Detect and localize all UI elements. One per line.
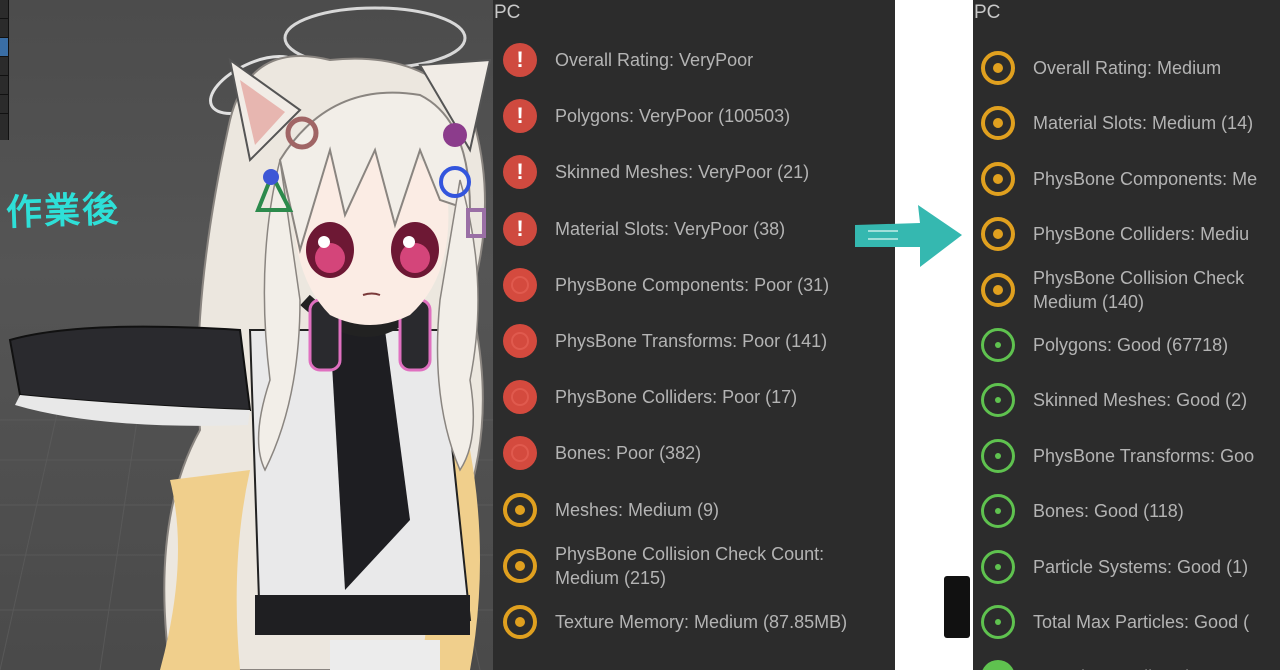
rating-label: Overall Rating: Medium bbox=[1033, 58, 1222, 78]
rating-label: Particle Systems: Good (1) bbox=[1033, 556, 1249, 577]
good-status-icon bbox=[981, 494, 1015, 529]
avatar-render bbox=[0, 6, 493, 670]
rating-row: PhysBone Transforms: Goo bbox=[973, 432, 1280, 480]
platform-label: PC bbox=[974, 2, 1001, 23]
right-arrow-icon bbox=[855, 205, 962, 267]
verypoor-status-icon: ! bbox=[503, 211, 537, 246]
rating-label: Bounds: Excellent (Center bbox=[1033, 665, 1242, 670]
rating-label: Polygons: Good (67718) bbox=[1033, 335, 1229, 355]
rating-label: Material Slots: Medium (14) bbox=[1033, 113, 1254, 134]
good-status-icon bbox=[981, 328, 1015, 362]
medium-status-icon bbox=[981, 106, 1015, 141]
after-work-label: 作業後 bbox=[5, 189, 121, 234]
rating-row: Bounds: Excellent (Center bbox=[973, 653, 1280, 670]
rating-label: Skinned Meshes: VeryPoor (21) bbox=[555, 162, 810, 183]
rating-label: Overall Rating: VeryPoor bbox=[555, 50, 754, 70]
rating-label: Meshes: Medium (9) bbox=[555, 499, 720, 520]
medium-status-icon bbox=[981, 161, 1015, 196]
rating-row: Overall Rating: Medium bbox=[973, 44, 1280, 92]
rating-label: PhysBone Components: Poor (31) bbox=[555, 274, 830, 295]
verypoor-status-icon: ! bbox=[503, 43, 537, 77]
divider bbox=[895, 0, 973, 670]
medium-status-icon bbox=[503, 605, 537, 639]
rating-row: Meshes: Medium (9) bbox=[493, 486, 895, 534]
poor-status-icon bbox=[503, 267, 537, 302]
rating-label: Bones: Poor (382) bbox=[555, 443, 702, 464]
rating-row: ! Overall Rating: VeryPoor bbox=[493, 36, 895, 84]
good-status-icon bbox=[981, 605, 1015, 639]
rating-label: PhysBone Colliders: Mediu bbox=[1033, 224, 1250, 245]
rating-label: PhysBone Collision Check Count: Medium (… bbox=[555, 543, 825, 588]
poor-status-icon bbox=[503, 380, 537, 415]
good-status-icon bbox=[981, 438, 1015, 473]
rating-row: Bones: Good (118) bbox=[973, 487, 1280, 535]
rating-label: PhysBone Transforms: Goo bbox=[1033, 445, 1255, 466]
rating-label: PhysBone Collision Check Medium (140) bbox=[1033, 267, 1245, 312]
rating-row: Texture Memory: Medium (87.85MB) bbox=[493, 598, 895, 646]
rating-label: Bones: Good (118) bbox=[1033, 501, 1184, 522]
medium-status-icon bbox=[981, 272, 1015, 307]
platform-label: PC bbox=[494, 2, 521, 23]
rating-label: Texture Memory: Medium (87.85MB) bbox=[555, 612, 848, 632]
redaction-mark bbox=[944, 576, 970, 638]
performance-panel-after: PC Overall Rating: Medium Material Slots:… bbox=[973, 0, 1280, 670]
rating-row: Total Max Particles: Good ( bbox=[973, 598, 1280, 646]
rating-row: ! Polygons: VeryPoor (100503) bbox=[493, 92, 895, 140]
rating-row: PhysBone Colliders: Poor (17) bbox=[493, 373, 895, 421]
rating-row: Particle Systems: Good (1) bbox=[973, 543, 1280, 591]
rating-label: PhysBone Colliders: Poor (17) bbox=[555, 387, 798, 408]
hierarchy-strip[interactable] bbox=[0, 0, 9, 140]
rating-row: PhysBone Collision Check Medium (140) bbox=[973, 266, 1280, 314]
rating-row: PhysBone Colliders: Mediu bbox=[973, 210, 1280, 258]
rating-row: PhysBone Transforms: Poor (141) bbox=[493, 317, 895, 365]
performance-panel-before: PC ! Overall Rating: VeryPoor! Polygons: V… bbox=[493, 0, 895, 670]
medium-status-icon bbox=[503, 492, 537, 527]
medium-status-icon bbox=[503, 548, 537, 583]
good-status-icon bbox=[981, 383, 1015, 418]
medium-status-icon bbox=[981, 217, 1015, 252]
rating-row: PhysBone Components: Me bbox=[973, 155, 1280, 203]
verypoor-status-icon: ! bbox=[503, 99, 537, 134]
rating-row: Bones: Poor (382) bbox=[493, 429, 895, 477]
verypoor-status-icon: ! bbox=[503, 155, 537, 190]
rating-row: PhysBone Components: Poor (31) bbox=[493, 261, 895, 309]
rating-label: PhysBone Transforms: Poor (141) bbox=[555, 331, 828, 351]
rating-label: Material Slots: VeryPoor (38) bbox=[555, 218, 786, 239]
rating-label: Skinned Meshes: Good (2) bbox=[1033, 390, 1248, 411]
rating-row: PhysBone Collision Check Count: Medium (… bbox=[493, 542, 895, 590]
medium-status-icon bbox=[981, 51, 1015, 85]
rating-label: PhysBone Components: Me bbox=[1033, 168, 1258, 189]
poor-status-icon bbox=[503, 436, 537, 471]
rating-row: ! Skinned Meshes: VeryPoor (21) bbox=[493, 148, 895, 196]
good-status-icon bbox=[981, 549, 1015, 584]
rating-row: Polygons: Good (67718) bbox=[973, 321, 1280, 369]
rating-label: Total Max Particles: Good ( bbox=[1033, 612, 1250, 632]
poor-status-icon bbox=[503, 324, 537, 358]
rating-row: Skinned Meshes: Good (2) bbox=[973, 376, 1280, 424]
rating-label: Polygons: VeryPoor (100503) bbox=[555, 106, 791, 127]
rating-row: ! Material Slots: VeryPoor (38) bbox=[493, 205, 895, 253]
scene-viewport[interactable]: 作業後 bbox=[0, 0, 493, 670]
rating-row: Material Slots: Medium (14) bbox=[973, 99, 1280, 147]
excellent-status-icon bbox=[981, 660, 1015, 670]
